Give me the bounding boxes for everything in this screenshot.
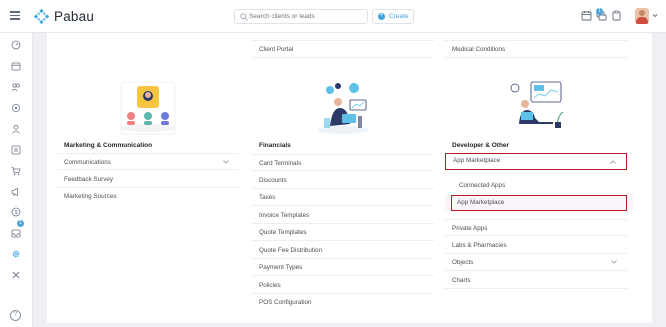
row-pos-configuration[interactable]: POS Configuration	[252, 294, 434, 311]
cart-icon[interactable]	[11, 166, 21, 176]
target-icon[interactable]	[11, 103, 21, 113]
chevron-up-icon	[610, 160, 616, 164]
row-feedback-survey[interactable]: Feedback Survey	[57, 171, 239, 188]
row-taxes[interactable]: Taxes	[252, 189, 434, 206]
user-icon[interactable]	[11, 124, 21, 134]
sub-app-marketplace[interactable]: App Marketplace	[451, 195, 627, 211]
inbox-icon[interactable]	[11, 228, 21, 238]
row-objects[interactable]: Objects	[445, 254, 627, 271]
developer-illustration	[445, 73, 627, 143]
avatar[interactable]	[635, 8, 649, 24]
row-marketing-sources[interactable]: Marketing Sources	[57, 188, 239, 205]
clipboard-icon[interactable]	[611, 10, 622, 21]
row-charts[interactable]: Charts	[445, 272, 627, 289]
dashboard-icon[interactable]	[11, 40, 21, 50]
row-medical-conditions[interactable]: Medical Conditions	[445, 41, 627, 58]
chevron-down-icon	[611, 260, 617, 264]
row-label: App Marketplace	[457, 199, 505, 206]
search-box[interactable]	[234, 9, 368, 24]
row-private-apps[interactable]: Private Apps	[445, 219, 627, 236]
clients-icon[interactable]	[11, 82, 21, 92]
row-quote-templates[interactable]: Quote Templates	[252, 224, 434, 241]
row-partial	[252, 31, 434, 41]
plus-icon: +	[378, 13, 385, 20]
financials-illustration	[252, 73, 434, 143]
help-icon[interactable]: ?	[10, 310, 21, 321]
financials-heading: Financials	[259, 142, 291, 149]
row-quote-fee-distribution[interactable]: Quote Fee Distribution	[252, 242, 434, 259]
chevron-down-icon	[223, 160, 229, 164]
reports-icon[interactable]	[11, 145, 21, 155]
create-label: Create	[389, 13, 409, 20]
app-name: Pabau	[54, 8, 95, 24]
developer-heading: Developer & Other	[452, 142, 510, 149]
search-icon	[240, 13, 248, 21]
row-client-portal[interactable]: Client Portal	[252, 41, 434, 58]
row-invoice-templates[interactable]: Invoice Templates	[252, 207, 434, 224]
sub-connected-apps[interactable]: Connected Apps	[445, 177, 627, 194]
logo-icon	[34, 8, 49, 24]
megaphone-icon[interactable]	[11, 187, 21, 197]
tools-icon[interactable]	[11, 270, 21, 280]
search-input[interactable]	[249, 10, 365, 23]
row-payment-types[interactable]: Payment Types	[252, 259, 434, 276]
row-label: Objects	[452, 259, 474, 266]
settings-panel: Marketing & Communication Communications…	[47, 33, 652, 323]
row-partial	[445, 31, 627, 41]
svg-text:$: $	[14, 210, 17, 216]
create-button[interactable]: + Create	[372, 9, 414, 24]
logo[interactable]: Pabau	[34, 8, 94, 24]
row-label: Communications	[64, 159, 111, 166]
app-marketplace-toggle[interactable]: App Marketplace	[445, 153, 627, 170]
gear-icon[interactable]	[11, 249, 21, 259]
menu-icon[interactable]	[10, 11, 20, 20]
row-communications[interactable]: Communications	[57, 153, 239, 170]
calendar-icon[interactable]	[11, 61, 21, 71]
dollar-icon[interactable]: $	[11, 207, 21, 217]
top-bar: Pabau + Create 1	[0, 0, 666, 33]
chevron-down-icon[interactable]	[652, 13, 658, 18]
sidebar: $ 1 ?	[0, 33, 33, 327]
row-labs-pharmacies[interactable]: Labs & Pharmacies	[445, 237, 627, 254]
marketing-illustration	[57, 73, 239, 143]
calendar-icon[interactable]	[581, 10, 592, 21]
row-policies[interactable]: Policies	[252, 277, 434, 294]
row-card-terminals[interactable]: Card Terminals	[252, 154, 434, 171]
sidebar-badge: 1	[17, 220, 24, 227]
notification-badge: 1	[596, 8, 603, 15]
marketing-heading: Marketing & Communication	[64, 142, 153, 149]
row-label: App Marketplace	[453, 157, 501, 164]
row-discounts[interactable]: Discounts	[252, 172, 434, 189]
